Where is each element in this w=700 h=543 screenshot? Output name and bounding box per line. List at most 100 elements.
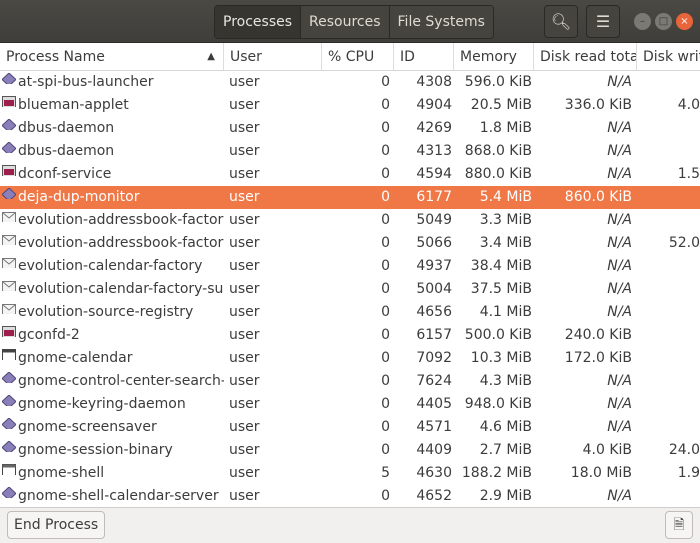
cell-cpu: 0	[381, 419, 390, 435]
close-button[interactable]: ×	[676, 13, 693, 30]
column-cpu[interactable]: % CPU	[322, 43, 394, 71]
end-process-button[interactable]: End Process	[7, 511, 106, 539]
table-row[interactable]: gnome-control-center-search-p user 0 7624 4.…	[0, 370, 700, 393]
table-row[interactable]: gconfd-2 user 0 6157 500.0 KiB 240.0 KiB	[0, 324, 700, 347]
cell-user: user	[229, 281, 260, 297]
table-row[interactable]: deja-dup-monitor user 0 6177 5.4 MiB 860.0 Ki…	[0, 186, 700, 209]
cell-cpu: 5	[381, 465, 390, 481]
menu-button[interactable]: ☰	[586, 5, 620, 38]
search-button[interactable]: 🔍︎	[544, 5, 578, 38]
minimize-button[interactable]: –	[634, 13, 651, 30]
tab-processes[interactable]: Processes	[215, 6, 302, 38]
cell-process-name: dbus-daemon	[18, 143, 115, 159]
cell-cpu: 0	[381, 235, 390, 251]
cell-user: user	[229, 350, 260, 366]
cell-user: user	[229, 120, 260, 136]
diamond-process-icon	[2, 186, 16, 199]
cell-cpu: 0	[381, 281, 390, 297]
cell-memory: 38.4 MiB	[470, 258, 532, 274]
cell-pid: 4937	[416, 258, 452, 274]
table-row[interactable]: gnome-shell user 5 4630 188.2 MiB 18.0 MiB 1.9	[0, 462, 700, 485]
cell-process-name: gnome-control-center-search-p	[18, 373, 224, 389]
cell-memory: 4.1 MiB	[479, 304, 532, 320]
column-memory[interactable]: Memory	[454, 43, 534, 71]
column-id[interactable]: ID	[394, 43, 454, 71]
cell-user: user	[229, 212, 260, 228]
cell-disk-read: N/A	[607, 488, 632, 504]
cell-pid: 4571	[416, 419, 452, 435]
table-row[interactable]: blueman-applet user 0 4904 20.5 MiB 336.0 KiB…	[0, 94, 700, 117]
cell-disk-read: 240.0 KiB	[564, 327, 632, 343]
table-row[interactable]: gnome-screensaver user 0 4571 4.6 MiB N/A	[0, 416, 700, 439]
table-header: Process Name ▲ User % CPU ID Memory Disk …	[0, 43, 700, 71]
cell-cpu: 0	[381, 166, 390, 182]
cell-user: user	[229, 465, 260, 481]
mail-process-icon	[2, 255, 16, 268]
cell-disk-read: N/A	[607, 373, 632, 389]
cell-memory: 2.9 MiB	[479, 488, 532, 504]
table-row[interactable]: evolution-addressbook-factory user 0 5049 3.…	[0, 209, 700, 232]
cell-process-name: dbus-daemon	[18, 120, 115, 136]
cell-disk-read: N/A	[607, 74, 632, 90]
cell-memory: 4.3 MiB	[479, 373, 532, 389]
maximize-button[interactable]: □	[655, 13, 672, 30]
table-row[interactable]: gnome-calendar user 0 7092 10.3 MiB 172.0 KiB	[0, 347, 700, 370]
cell-disk-read: N/A	[607, 212, 632, 228]
cell-memory: 1.8 MiB	[479, 120, 532, 136]
cell-disk-read: N/A	[607, 258, 632, 274]
table-row[interactable]: evolution-calendar-factory-sub user 0 5004 3…	[0, 278, 700, 301]
cell-pid: 4269	[416, 120, 452, 136]
cell-memory: 3.3 MiB	[479, 212, 532, 228]
table-row[interactable]: evolution-calendar-factory user 0 4937 38.4 …	[0, 255, 700, 278]
cell-disk-read: 336.0 KiB	[564, 97, 632, 113]
column-process-name[interactable]: Process Name ▲	[0, 43, 224, 71]
column-disk-write[interactable]: Disk writ	[637, 43, 700, 71]
table-row[interactable]: gnome-shell-calendar-server user 0 4652 2.9 …	[0, 485, 700, 507]
column-user[interactable]: User	[224, 43, 322, 71]
header-bar: Processes Resources File Systems 🔍︎ ☰ – …	[0, 0, 700, 43]
tab-file-systems[interactable]: File Systems	[389, 6, 493, 38]
cell-process-name: evolution-calendar-factory-sub	[18, 281, 224, 297]
table-row[interactable]: evolution-source-registry user 0 4656 4.1 Mi…	[0, 301, 700, 324]
cell-user: user	[229, 396, 260, 412]
tab-resources[interactable]: Resources	[301, 6, 390, 38]
cell-user: user	[229, 488, 260, 504]
cell-pid: 4308	[416, 74, 452, 90]
cell-pid: 6177	[416, 189, 452, 205]
app-process-icon	[2, 163, 16, 176]
diamond-process-icon	[2, 416, 16, 429]
cell-cpu: 0	[381, 327, 390, 343]
table-row[interactable]: dconf-service user 0 4594 880.0 KiB N/A 1.5	[0, 163, 700, 186]
cell-user: user	[229, 235, 260, 251]
cell-process-name: evolution-addressbook-factory	[18, 212, 224, 228]
table-row[interactable]: at-spi-bus-launcher user 0 4308 596.0 KiB N/A	[0, 71, 700, 94]
table-row[interactable]: dbus-daemon user 0 4313 868.0 KiB N/A	[0, 140, 700, 163]
cell-disk-read: N/A	[607, 235, 632, 251]
cell-memory: 868.0 KiB	[464, 143, 532, 159]
cell-process-name: at-spi-bus-launcher	[18, 74, 154, 90]
table-row[interactable]: dbus-daemon user 0 4269 1.8 MiB N/A	[0, 117, 700, 140]
cell-cpu: 0	[381, 120, 390, 136]
cell-user: user	[229, 143, 260, 159]
cell-cpu: 0	[381, 97, 390, 113]
cell-cpu: 0	[381, 488, 390, 504]
process-list[interactable]: at-spi-bus-launcher user 0 4308 596.0 KiB N/A…	[0, 71, 700, 507]
diamond-process-icon	[2, 370, 16, 383]
table-row[interactable]: gnome-keyring-daemon user 0 4405 948.0 KiB N/…	[0, 393, 700, 416]
cell-memory: 2.7 MiB	[479, 442, 532, 458]
cell-process-name: gnome-shell	[18, 465, 105, 481]
cell-memory: 4.6 MiB	[479, 419, 532, 435]
properties-button[interactable]: 🗎︎	[665, 511, 693, 539]
app-process-icon	[2, 94, 16, 107]
cell-pid: 4313	[416, 143, 452, 159]
table-row[interactable]: evolution-addressbook-factory user 0 5066 3.…	[0, 232, 700, 255]
column-disk-read[interactable]: Disk read tota	[534, 43, 637, 71]
table-row[interactable]: gnome-session-binary user 0 4409 2.7 MiB 4.0 …	[0, 439, 700, 462]
mail-process-icon	[2, 278, 16, 291]
cell-disk-read: N/A	[607, 396, 632, 412]
view-switcher: Processes Resources File Systems	[214, 5, 494, 39]
window-process-icon	[2, 462, 16, 475]
cell-cpu: 0	[381, 74, 390, 90]
diamond-process-icon	[2, 439, 16, 452]
cell-pid: 5004	[416, 281, 452, 297]
